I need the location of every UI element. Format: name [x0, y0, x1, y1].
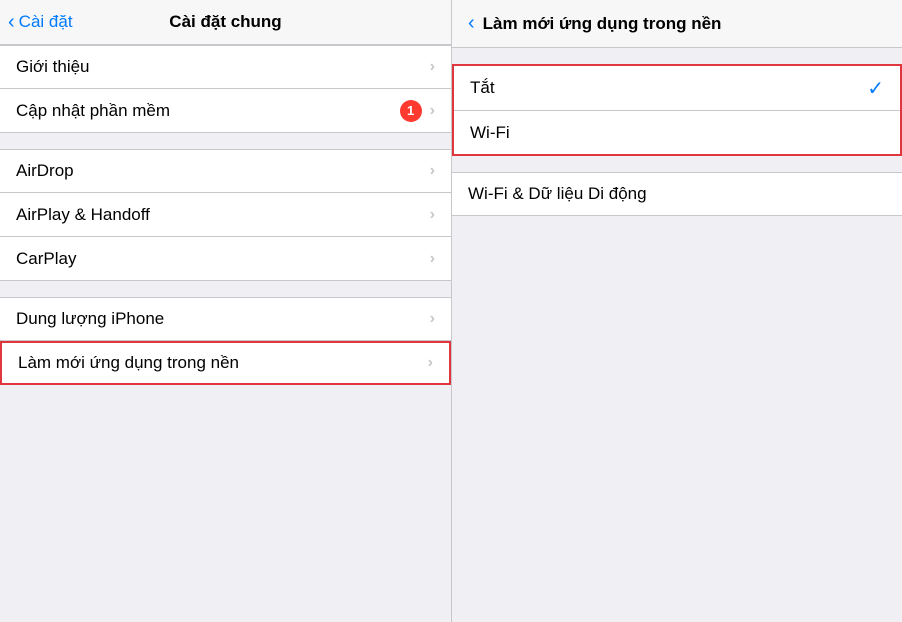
- airdrop-label: AirDrop: [16, 150, 430, 192]
- settings-item-gioi-thieu[interactable]: Giới thiệu ›: [0, 45, 451, 89]
- settings-item-lam-moi[interactable]: Làm mới ứng dụng trong nền ›: [0, 341, 451, 385]
- chevron-right-icon: ›: [430, 102, 435, 120]
- chevron-right-icon: ›: [430, 250, 435, 268]
- chevron-right-icon: ›: [430, 58, 435, 76]
- left-panel: ‹ Cài đặt Cài đặt chung Giới thiệu › Cập…: [0, 0, 451, 622]
- chevron-right-icon: ›: [430, 162, 435, 180]
- settings-group-2: AirDrop › AirPlay & Handoff › CarPlay ›: [0, 149, 451, 281]
- cap-nhat-label: Cập nhật phần mềm: [16, 90, 400, 132]
- right-nav-title: Làm mới ứng dụng trong nền: [483, 14, 722, 34]
- settings-group-1: Giới thiệu › Cập nhật phần mềm 1 ›: [0, 45, 451, 133]
- settings-list: Giới thiệu › Cập nhật phần mềm 1 › AirDr…: [0, 45, 451, 622]
- back-label: Cài đặt: [19, 12, 73, 32]
- settings-item-dung-luong[interactable]: Dung lượng iPhone ›: [0, 297, 451, 341]
- option-tat[interactable]: Tắt ✓: [454, 66, 900, 110]
- back-button[interactable]: ‹ Cài đặt: [8, 11, 73, 34]
- right-content: Tắt ✓ Wi-Fi Wi-Fi & Dữ liệu Di động: [452, 48, 902, 622]
- settings-item-airplay[interactable]: AirPlay & Handoff ›: [0, 193, 451, 237]
- update-badge: 1: [400, 100, 422, 122]
- wifi-label: Wi-Fi: [470, 112, 884, 154]
- option-wifi[interactable]: Wi-Fi: [454, 110, 900, 154]
- right-nav-header: ‹ Làm mới ứng dụng trong nền: [452, 0, 902, 48]
- tat-label: Tắt: [470, 67, 867, 109]
- options-group: Tắt ✓ Wi-Fi: [452, 64, 902, 156]
- dung-luong-label: Dung lượng iPhone: [16, 298, 430, 340]
- carplay-label: CarPlay: [16, 238, 430, 280]
- airplay-label: AirPlay & Handoff: [16, 194, 430, 236]
- left-nav-title: Cài đặt chung: [169, 12, 281, 32]
- right-back-button[interactable]: ‹: [468, 12, 475, 35]
- chevron-right-icon: ›: [428, 354, 433, 372]
- lam-moi-label: Làm mới ứng dụng trong nền: [18, 343, 428, 383]
- chevron-right-icon: ›: [430, 310, 435, 328]
- chevron-left-icon: ‹: [8, 11, 15, 34]
- settings-item-cap-nhat[interactable]: Cập nhật phần mềm 1 ›: [0, 89, 451, 133]
- settings-group-3: Dung lượng iPhone › Làm mới ứng dụng tro…: [0, 297, 451, 385]
- checkmark-icon: ✓: [867, 76, 884, 101]
- gioi-thieu-label: Giới thiệu: [16, 46, 430, 88]
- settings-item-carplay[interactable]: CarPlay ›: [0, 237, 451, 281]
- left-nav-header: ‹ Cài đặt Cài đặt chung: [0, 0, 451, 45]
- chevron-right-icon: ›: [430, 206, 435, 224]
- option-wifi-data[interactable]: Wi-Fi & Dữ liệu Di động: [452, 172, 902, 216]
- right-panel: ‹ Làm mới ứng dụng trong nền Tắt ✓ Wi-Fi…: [451, 0, 902, 622]
- settings-item-airdrop[interactable]: AirDrop ›: [0, 149, 451, 193]
- wifi-data-label: Wi-Fi & Dữ liệu Di động: [468, 173, 886, 215]
